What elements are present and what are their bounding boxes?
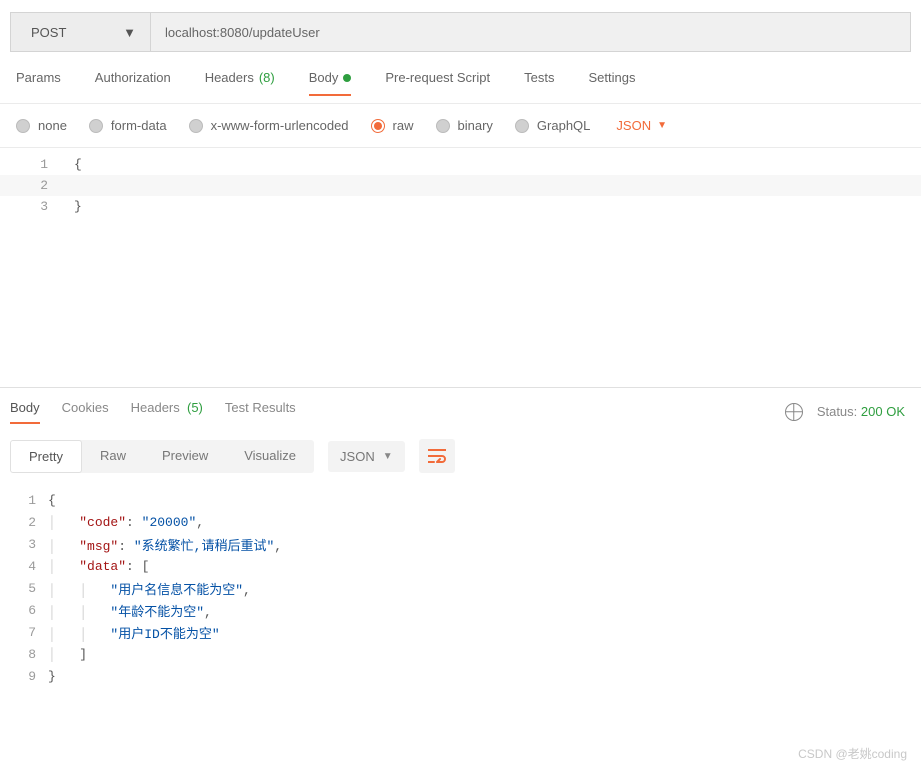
code-line: } xyxy=(62,199,82,214)
chevron-down-icon: ▼ xyxy=(383,451,393,462)
code-line: │ "msg": "系统繁忙,请稍后重试", xyxy=(48,535,282,554)
radio-icon xyxy=(89,119,103,133)
code-line: │ │ "用户名信息不能为空", xyxy=(48,579,251,598)
line-number: 5 xyxy=(0,581,48,596)
line-number: 1 xyxy=(0,493,48,508)
response-tabs: Body Cookies Headers (5) Test Results xyxy=(10,400,296,423)
line-number: 3 xyxy=(0,537,48,552)
body-format-select[interactable]: JSON ▼ xyxy=(616,118,667,133)
watermark: CSDN @老姚coding xyxy=(798,745,907,762)
tab-prerequest[interactable]: Pre-request Script xyxy=(385,70,490,95)
url-input[interactable]: localhost:8080/updateUser xyxy=(151,13,910,51)
code-line: │ "data": [ xyxy=(48,559,149,574)
body-type-formdata[interactable]: form-data xyxy=(89,118,167,133)
code-line: │ │ "年龄不能为空", xyxy=(48,601,212,620)
resp-tab-testresults[interactable]: Test Results xyxy=(225,400,296,423)
body-dirty-indicator xyxy=(343,74,351,82)
http-method-select[interactable]: POST ▼ xyxy=(11,13,151,51)
radio-icon xyxy=(515,119,529,133)
line-number: 7 xyxy=(0,625,48,640)
code-line: │ │ "用户ID不能为空" xyxy=(48,623,220,642)
body-type-row: none form-data x-www-form-urlencoded raw… xyxy=(0,104,921,148)
view-pretty[interactable]: Pretty xyxy=(10,440,82,473)
body-type-xwww[interactable]: x-www-form-urlencoded xyxy=(189,118,349,133)
line-number: 1 xyxy=(0,157,62,172)
method-label: POST xyxy=(31,25,66,40)
tab-params[interactable]: Params xyxy=(16,70,61,95)
resp-tab-body[interactable]: Body xyxy=(10,400,40,423)
view-segment: Pretty Raw Preview Visualize xyxy=(10,440,314,473)
view-preview[interactable]: Preview xyxy=(144,440,226,473)
line-number: 8 xyxy=(0,647,48,662)
view-visualize[interactable]: Visualize xyxy=(226,440,314,473)
globe-icon[interactable] xyxy=(785,403,803,421)
status-label: Status: xyxy=(817,404,857,419)
line-number: 2 xyxy=(0,178,62,193)
line-number: 6 xyxy=(0,603,48,618)
radio-icon xyxy=(436,119,450,133)
status-value: 200 OK xyxy=(861,404,905,419)
code-line: } xyxy=(48,669,56,684)
view-raw[interactable]: Raw xyxy=(82,440,144,473)
code-line: │ ] xyxy=(48,647,87,662)
response-body: 1{ 2│ "code": "20000", 3│ "msg": "系统繁忙,请… xyxy=(0,483,921,693)
chevron-down-icon: ▼ xyxy=(657,120,667,131)
line-number: 3 xyxy=(0,199,62,214)
resp-tab-headers[interactable]: Headers (5) xyxy=(131,400,203,423)
request-tabs: Params Authorization Headers (8) Body Pr… xyxy=(0,52,921,104)
tab-tests[interactable]: Tests xyxy=(524,70,554,95)
line-number: 4 xyxy=(0,559,48,574)
response-view-toolbar: Pretty Raw Preview Visualize JSON ▼ xyxy=(0,429,921,483)
radio-icon xyxy=(16,119,30,133)
headers-count: (8) xyxy=(259,70,275,85)
url-text: localhost:8080/updateUser xyxy=(165,25,320,40)
chevron-down-icon: ▼ xyxy=(123,25,136,40)
status-block: Status: 200 OK xyxy=(817,404,905,419)
tab-body[interactable]: Body xyxy=(309,70,352,95)
tab-headers[interactable]: Headers (8) xyxy=(205,70,275,95)
wrap-lines-button[interactable] xyxy=(419,439,455,473)
code-line: { xyxy=(48,493,56,508)
body-type-graphql[interactable]: GraphQL xyxy=(515,118,590,133)
resp-headers-count: (5) xyxy=(187,400,203,415)
body-type-none[interactable]: none xyxy=(16,118,67,133)
code-line: │ "code": "20000", xyxy=(48,515,204,530)
radio-icon xyxy=(189,119,203,133)
body-type-binary[interactable]: binary xyxy=(436,118,493,133)
tab-settings[interactable]: Settings xyxy=(588,70,635,95)
code-line: { xyxy=(62,157,82,172)
request-body-editor[interactable]: 1{ 2 3} xyxy=(0,148,921,388)
body-type-raw[interactable]: raw xyxy=(371,118,414,133)
wrap-lines-icon xyxy=(428,449,446,463)
response-type-select[interactable]: JSON ▼ xyxy=(328,441,405,472)
line-number: 9 xyxy=(0,669,48,684)
radio-icon-checked xyxy=(371,119,385,133)
resp-tab-cookies[interactable]: Cookies xyxy=(62,400,109,423)
tab-authorization[interactable]: Authorization xyxy=(95,70,171,95)
line-number: 2 xyxy=(0,515,48,530)
